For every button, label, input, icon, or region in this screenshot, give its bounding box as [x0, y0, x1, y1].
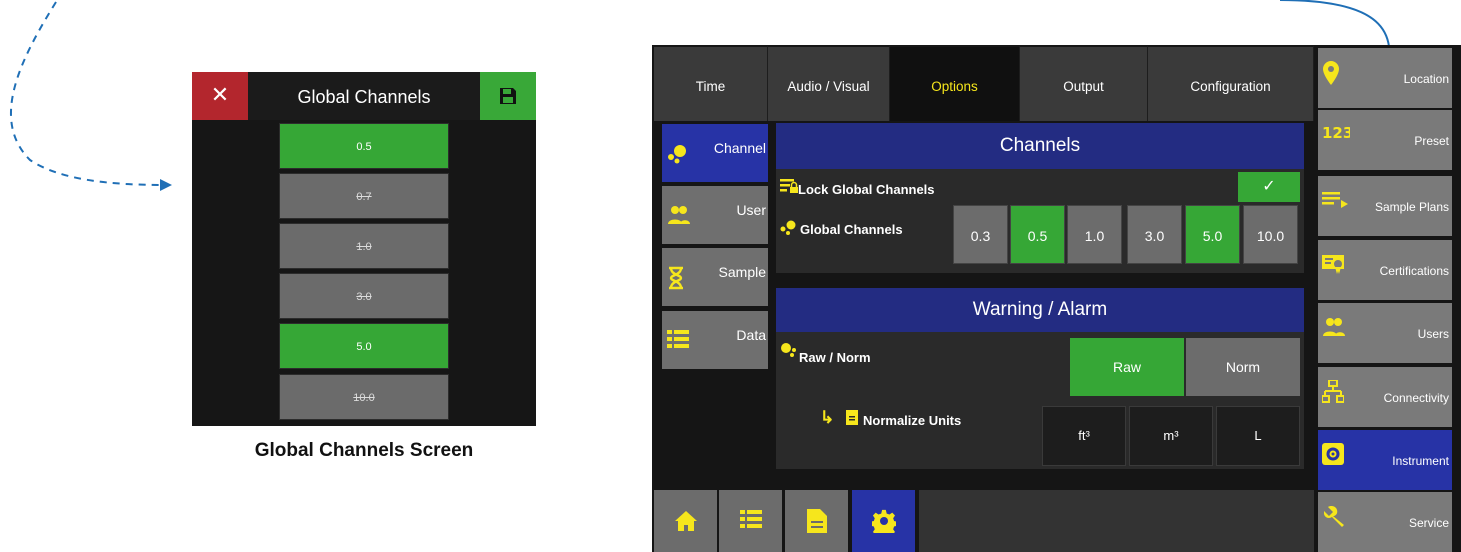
- network-icon: [1322, 380, 1344, 403]
- close-icon: ✕: [210, 82, 230, 107]
- channel-icon: [780, 220, 796, 235]
- lock-global-channels-checkbox[interactable]: ✓: [1238, 172, 1300, 202]
- nav-label: Users: [1417, 327, 1449, 341]
- tab-configuration[interactable]: Configuration: [1148, 45, 1314, 121]
- side-item-channel[interactable]: Channel: [662, 124, 768, 182]
- bottom-nav-list[interactable]: [719, 490, 782, 552]
- list-icon: [739, 510, 762, 528]
- gc-channel-3[interactable]: 3.0: [279, 273, 449, 319]
- side-item-user[interactable]: User: [662, 186, 768, 244]
- list-icon: [667, 330, 689, 348]
- warning-alarm-header: Warning / Alarm: [776, 288, 1304, 332]
- nav-instrument[interactable]: Instrument: [1318, 430, 1452, 490]
- channel-button-10.0[interactable]: 10.0: [1243, 205, 1298, 264]
- users-icon: [668, 206, 690, 224]
- gear-icon: [1322, 443, 1344, 465]
- bottom-nav-document[interactable]: [785, 490, 848, 552]
- gc-channel-5[interactable]: 10.0: [279, 374, 449, 420]
- tab-audio-visual[interactable]: Audio / Visual: [768, 45, 890, 121]
- normalize-units-label: Normalize Units: [863, 413, 962, 428]
- document-icon: [806, 509, 827, 533]
- tab-options[interactable]: Options: [890, 45, 1020, 121]
- wrench-icon: [1324, 506, 1344, 527]
- global-channels-screen: ✕ Global Channels 0.5 0.7 1.0 3.0 5.0 10…: [192, 72, 536, 426]
- nav-users[interactable]: Users: [1318, 303, 1452, 363]
- channels-header: Channels: [776, 123, 1304, 169]
- bottom-nav-spacer: [919, 490, 1314, 552]
- side-item-data[interactable]: Data: [662, 311, 768, 369]
- side-item-label: Data: [736, 327, 766, 343]
- lock-list-icon: [780, 179, 798, 193]
- norm-button[interactable]: Norm: [1186, 338, 1300, 396]
- nav-label: Location: [1403, 72, 1449, 86]
- screen-caption: Global Channels Screen: [254, 440, 474, 461]
- channel-icon: [668, 145, 686, 164]
- tab-time[interactable]: Time: [654, 45, 768, 121]
- gc-channel-1[interactable]: 0.7: [279, 173, 449, 219]
- gc-title: Global Channels: [297, 87, 431, 107]
- numbers-icon: 123: [1322, 124, 1350, 141]
- channel-button-0.5[interactable]: 0.5: [1010, 205, 1065, 264]
- indent-arrow-icon: ↳: [820, 408, 835, 427]
- nav-label: Preset: [1414, 134, 1449, 148]
- check-icon: ✓: [1262, 178, 1276, 195]
- raw-norm-icon: [781, 343, 796, 357]
- nav-service[interactable]: Service: [1318, 492, 1452, 552]
- save-icon: [500, 88, 516, 104]
- nav-label: Connectivity: [1383, 391, 1449, 405]
- save-button[interactable]: [480, 72, 536, 120]
- side-item-sample[interactable]: Sample: [662, 248, 768, 306]
- location-pin-icon: [1323, 61, 1339, 85]
- lock-global-channels-label: Lock Global Channels: [798, 182, 935, 197]
- home-icon: [674, 511, 697, 531]
- gear-icon: [871, 509, 896, 533]
- warning-alarm-panel: Warning / Alarm Raw / Norm Raw Norm ↳ No…: [776, 288, 1304, 469]
- nav-label: Instrument: [1392, 454, 1449, 468]
- hourglass-icon: [669, 266, 683, 290]
- raw-norm-label: Raw / Norm: [799, 350, 871, 365]
- sample-plans-icon: [1322, 192, 1348, 208]
- device-screen: Time Audio / Visual Options Output Confi…: [652, 45, 1461, 552]
- channel-button-5.0[interactable]: 5.0: [1185, 205, 1240, 264]
- dashed-arrow-head: [160, 179, 172, 191]
- nav-label: Certifications: [1379, 264, 1449, 278]
- raw-button[interactable]: Raw: [1070, 338, 1184, 396]
- gc-channel-2[interactable]: 1.0: [279, 223, 449, 269]
- nav-certifications[interactable]: Certifications: [1318, 240, 1452, 300]
- side-item-label: Channel: [713, 140, 766, 156]
- unit-button-ft3[interactable]: ft³: [1042, 406, 1126, 466]
- channel-button-0.3[interactable]: 0.3: [953, 205, 1008, 264]
- channel-button-1.0[interactable]: 1.0: [1067, 205, 1122, 264]
- channel-button-3.0[interactable]: 3.0: [1127, 205, 1182, 264]
- global-channels-label: Global Channels: [800, 222, 903, 237]
- bottom-nav-home[interactable]: [654, 490, 717, 552]
- bottom-nav-settings[interactable]: [852, 490, 915, 552]
- nav-preset[interactable]: 123 Preset: [1318, 110, 1452, 170]
- nav-connectivity[interactable]: Connectivity: [1318, 367, 1452, 427]
- unit-button-m3[interactable]: m³: [1129, 406, 1213, 466]
- certificate-icon: [1322, 255, 1344, 274]
- nav-label: Sample Plans: [1374, 200, 1449, 214]
- users-icon: [1323, 318, 1345, 336]
- side-item-label: Sample: [718, 264, 766, 280]
- tab-output[interactable]: Output: [1020, 45, 1148, 121]
- close-button[interactable]: ✕: [192, 72, 248, 120]
- nav-label: Service: [1408, 516, 1449, 530]
- nav-sample-plans[interactable]: Sample Plans: [1318, 176, 1452, 236]
- side-item-label: User: [736, 202, 766, 218]
- unit-button-l[interactable]: L: [1216, 406, 1300, 466]
- nav-location[interactable]: Location: [1318, 48, 1452, 108]
- svg-text:123: 123: [1322, 124, 1350, 141]
- beaker-icon: [846, 410, 858, 425]
- gc-channel-4[interactable]: 5.0: [279, 323, 449, 369]
- dashed-arrow: [10, 1, 166, 186]
- gc-channel-0[interactable]: 0.5: [279, 123, 449, 169]
